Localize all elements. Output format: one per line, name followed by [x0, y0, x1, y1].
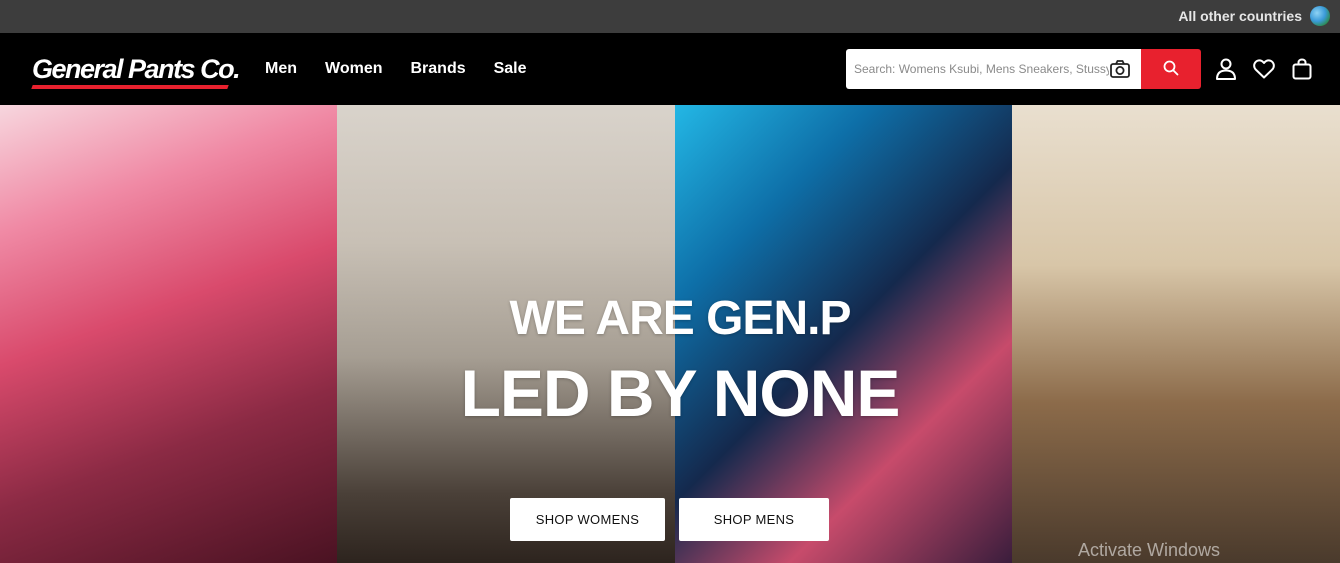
- hero-heading-line2: LED BY NONE: [460, 356, 901, 430]
- header-icons: [1214, 57, 1314, 81]
- search-button[interactable]: [1141, 49, 1201, 89]
- search-input[interactable]: [846, 49, 1117, 89]
- country-label: All other countries: [1178, 8, 1302, 24]
- top-bar: All other countries: [0, 0, 1340, 33]
- camera-icon[interactable]: [1109, 59, 1131, 79]
- shop-mens-button[interactable]: SHOP MENS: [679, 498, 829, 541]
- hero-heading-line1: WE ARE GEN.P: [509, 292, 852, 345]
- site-logo[interactable]: General Pants Co.: [31, 55, 241, 89]
- logo-text: General Pants Co.: [32, 54, 241, 84]
- nav-item-men[interactable]: Men: [265, 60, 297, 78]
- main-header: General Pants Co. Men Women Brands Sale: [0, 33, 1340, 105]
- heart-icon[interactable]: [1252, 57, 1276, 81]
- nav-item-women[interactable]: Women: [325, 60, 382, 78]
- hero-banner: WE ARE GEN.P LED BY NONE SHOP WOMENS SHO…: [0, 105, 1340, 563]
- search-icon: [1163, 60, 1179, 79]
- nav-item-brands[interactable]: Brands: [410, 60, 465, 78]
- search-field: [846, 49, 1141, 89]
- activate-windows-watermark: Activate Windows: [1077, 540, 1220, 560]
- country-selector[interactable]: All other countries: [1178, 6, 1330, 26]
- main-nav: Men Women Brands Sale: [265, 33, 527, 105]
- search-bar: [846, 49, 1201, 89]
- account-icon[interactable]: [1214, 57, 1238, 81]
- nav-item-sale[interactable]: Sale: [494, 60, 527, 78]
- logo-underline: [31, 85, 229, 89]
- shop-womens-button[interactable]: SHOP WOMENS: [510, 498, 665, 541]
- globe-icon: [1310, 6, 1330, 26]
- bag-icon[interactable]: [1290, 57, 1314, 81]
